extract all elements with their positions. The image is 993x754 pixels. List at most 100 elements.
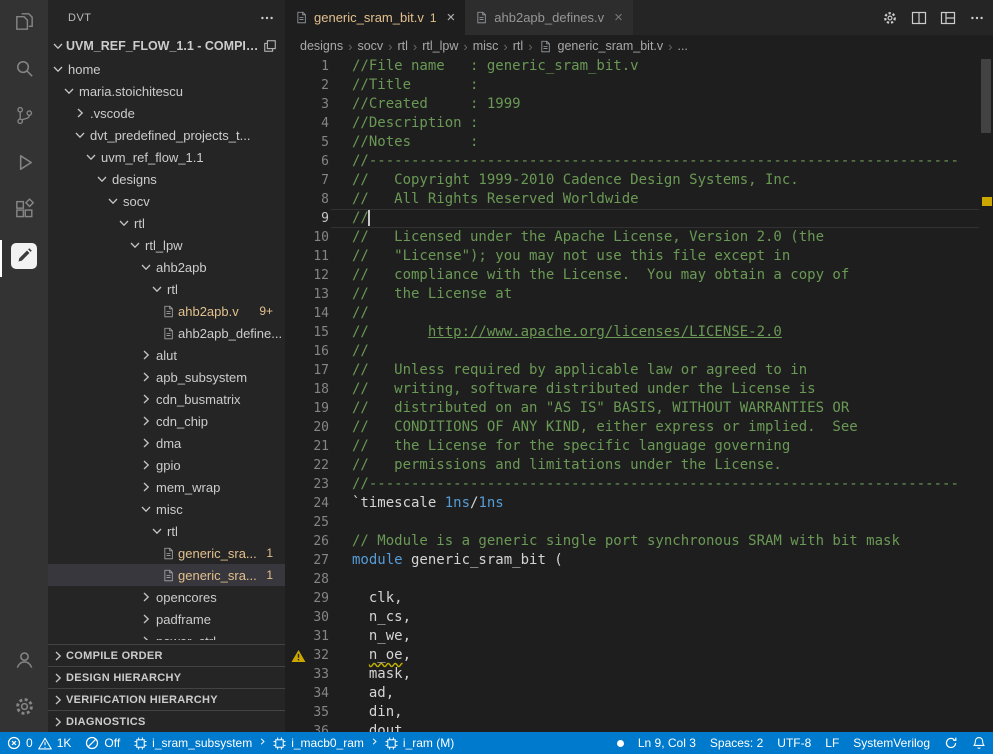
problems-item[interactable]: 01K [0, 732, 78, 754]
more-actions-icon[interactable] [259, 10, 275, 26]
code-line[interactable]: 2//Title : [285, 76, 993, 95]
close-icon[interactable]: × [447, 10, 456, 25]
code-line[interactable]: 12// compliance with the License. You ma… [285, 266, 993, 285]
code-line[interactable]: 20// CONDITIONS OF ANY KIND, either expr… [285, 418, 993, 437]
tree-item[interactable]: apb_subsystem [48, 366, 285, 388]
tree-item[interactable]: rtl_lpw [48, 234, 285, 256]
code-line[interactable]: 5//Notes : [285, 133, 993, 152]
sync-item[interactable] [937, 732, 965, 754]
tree-item[interactable]: rtl [48, 520, 285, 542]
breadcrumb-item[interactable]: ... [677, 39, 687, 53]
tree-item[interactable]: power_ctrl [48, 630, 285, 640]
dvt-off-toggle[interactable]: Off [78, 732, 127, 754]
code-line[interactable]: 10// Licensed under the Apache License, … [285, 228, 993, 247]
breadcrumb-item[interactable]: rtl_lpw [422, 39, 458, 53]
tree-item[interactable]: maria.stoichitescu [48, 80, 285, 102]
encoding[interactable]: UTF-8 [770, 732, 818, 754]
code-line[interactable]: 7// Copyright 1999-2010 Cadence Design S… [285, 171, 993, 190]
tree-item[interactable]: generic_sra...1 [48, 564, 285, 586]
code-line[interactable]: 3//Created : 1999 [285, 95, 993, 114]
copy-icon[interactable] [263, 39, 277, 53]
tree-item[interactable]: generic_sra...1 [48, 542, 285, 564]
breadcrumb-item[interactable]: rtl [397, 39, 407, 53]
activity-bar-item-settings[interactable] [0, 685, 48, 732]
tree-item[interactable]: ahb2apb [48, 256, 285, 278]
tree-item[interactable]: gpio [48, 454, 285, 476]
code-line[interactable]: 27module generic_sram_bit ( [285, 551, 993, 570]
code-line[interactable]: 19// distributed on an "AS IS" BASIS, WI… [285, 399, 993, 418]
code-line[interactable]: 33 mask, [285, 665, 993, 684]
code-line[interactable]: 1//File name : generic_sram_bit.v [285, 57, 993, 76]
scrollbar-thumb[interactable] [981, 59, 991, 133]
layout-icon[interactable] [940, 10, 956, 26]
activity-bar-item-explorer[interactable] [0, 0, 48, 47]
tree-item[interactable]: socv [48, 190, 285, 212]
activity-bar-item-run-debug[interactable] [0, 141, 48, 188]
code-line[interactable]: 18// writing, software distributed under… [285, 380, 993, 399]
tree-item[interactable]: dvt_predefined_projects_t... [48, 124, 285, 146]
design-hierarchy-path[interactable]: i_sram_subsystemi_macb0_rami_ram (M) [127, 732, 461, 754]
tree-item[interactable]: cdn_chip [48, 410, 285, 432]
sidebar-section-verification-hierarchy[interactable]: VERIFICATION HIERARCHY [48, 688, 285, 710]
code-line[interactable]: 15// http://www.apache.org/licenses/LICE… [285, 323, 993, 342]
tree-item[interactable]: uvm_ref_flow_1.1 [48, 146, 285, 168]
code-line[interactable]: 32 n_oe, [285, 646, 993, 665]
tree-item[interactable]: rtl [48, 278, 285, 300]
code-line[interactable]: 8// All Rights Reserved Worldwide [285, 190, 993, 209]
tree-item[interactable]: .vscode [48, 102, 285, 124]
code-line[interactable]: 13// the License at [285, 285, 993, 304]
code-line[interactable]: 6//-------------------------------------… [285, 152, 993, 171]
tree-item[interactable]: rtl [48, 212, 285, 234]
code-line[interactable]: 16// [285, 342, 993, 361]
sidebar-section-diagnostics[interactable]: DIAGNOSTICS [48, 710, 285, 732]
tree-item[interactable]: opencores [48, 586, 285, 608]
activity-bar-item-extensions[interactable] [0, 188, 48, 235]
tree-item[interactable]: padframe [48, 608, 285, 630]
code-line[interactable]: 35 din, [285, 703, 993, 722]
notifications-item[interactable] [965, 732, 993, 754]
code-line[interactable]: 24`timescale 1ns/1ns [285, 494, 993, 513]
activity-bar-item-search[interactable] [0, 47, 48, 94]
code-line[interactable]: 25 [285, 513, 993, 532]
tree-item[interactable]: alut [48, 344, 285, 366]
gear-icon[interactable] [882, 10, 898, 26]
split-editor-icon[interactable] [911, 10, 927, 26]
code-line[interactable]: 28 [285, 570, 993, 589]
code-line[interactable]: 30 n_cs, [285, 608, 993, 627]
code-line[interactable]: 14// [285, 304, 993, 323]
tree-item[interactable]: designs [48, 168, 285, 190]
tree-item[interactable]: misc [48, 498, 285, 520]
code-line[interactable]: 17// Unless required by applicable law o… [285, 361, 993, 380]
indentation[interactable]: Spaces: 2 [703, 732, 770, 754]
cursor-position[interactable]: Ln 9, Col 3 [631, 732, 703, 754]
eol[interactable]: LF [818, 732, 846, 754]
breadcrumb-item[interactable]: misc [473, 39, 499, 53]
editor-scrollbar[interactable] [979, 57, 993, 732]
sidebar-section-design-hierarchy[interactable]: DESIGN HIERARCHY [48, 666, 285, 688]
code-line[interactable]: 9// [285, 209, 993, 228]
tab-generic_sram_bit.v[interactable]: generic_sram_bit.v1× [285, 0, 465, 35]
code-line[interactable]: 22// permissions and limitations under t… [285, 456, 993, 475]
breadcrumb-item[interactable]: rtl [513, 39, 523, 53]
code-line[interactable]: 11// "License"); you may not use this fi… [285, 247, 993, 266]
tree-item[interactable]: ahb2apb.v9+ [48, 300, 285, 322]
code-line[interactable]: 4//Description : [285, 114, 993, 133]
activity-bar-item-account[interactable] [0, 638, 48, 685]
code-area[interactable]: 1//File name : generic_sram_bit.v2//Titl… [285, 57, 993, 732]
code-line[interactable]: 34 ad, [285, 684, 993, 703]
language-status-item[interactable] [610, 732, 631, 754]
language-mode[interactable]: SystemVerilog [846, 732, 937, 754]
code-line[interactable]: 36 dout, [285, 722, 993, 732]
tree-item[interactable]: mem_wrap [48, 476, 285, 498]
code-line[interactable]: 29 clk, [285, 589, 993, 608]
code-line[interactable]: 23//------------------------------------… [285, 475, 993, 494]
activity-bar-item-dvt[interactable] [0, 235, 48, 282]
breadcrumb-item[interactable]: designs [300, 39, 343, 53]
tree-item[interactable]: ahb2apb_define... [48, 322, 285, 344]
breadcrumb-item[interactable]: generic_sram_bit.v [538, 38, 664, 54]
tab-ahb2apb_defines.v[interactable]: ahb2apb_defines.v× [465, 0, 634, 35]
more-actions-icon[interactable] [969, 10, 985, 26]
breadcrumb-item[interactable]: socv [357, 39, 383, 53]
code-line[interactable]: 21// the License for the specific langua… [285, 437, 993, 456]
tree-item[interactable]: home [48, 58, 285, 80]
